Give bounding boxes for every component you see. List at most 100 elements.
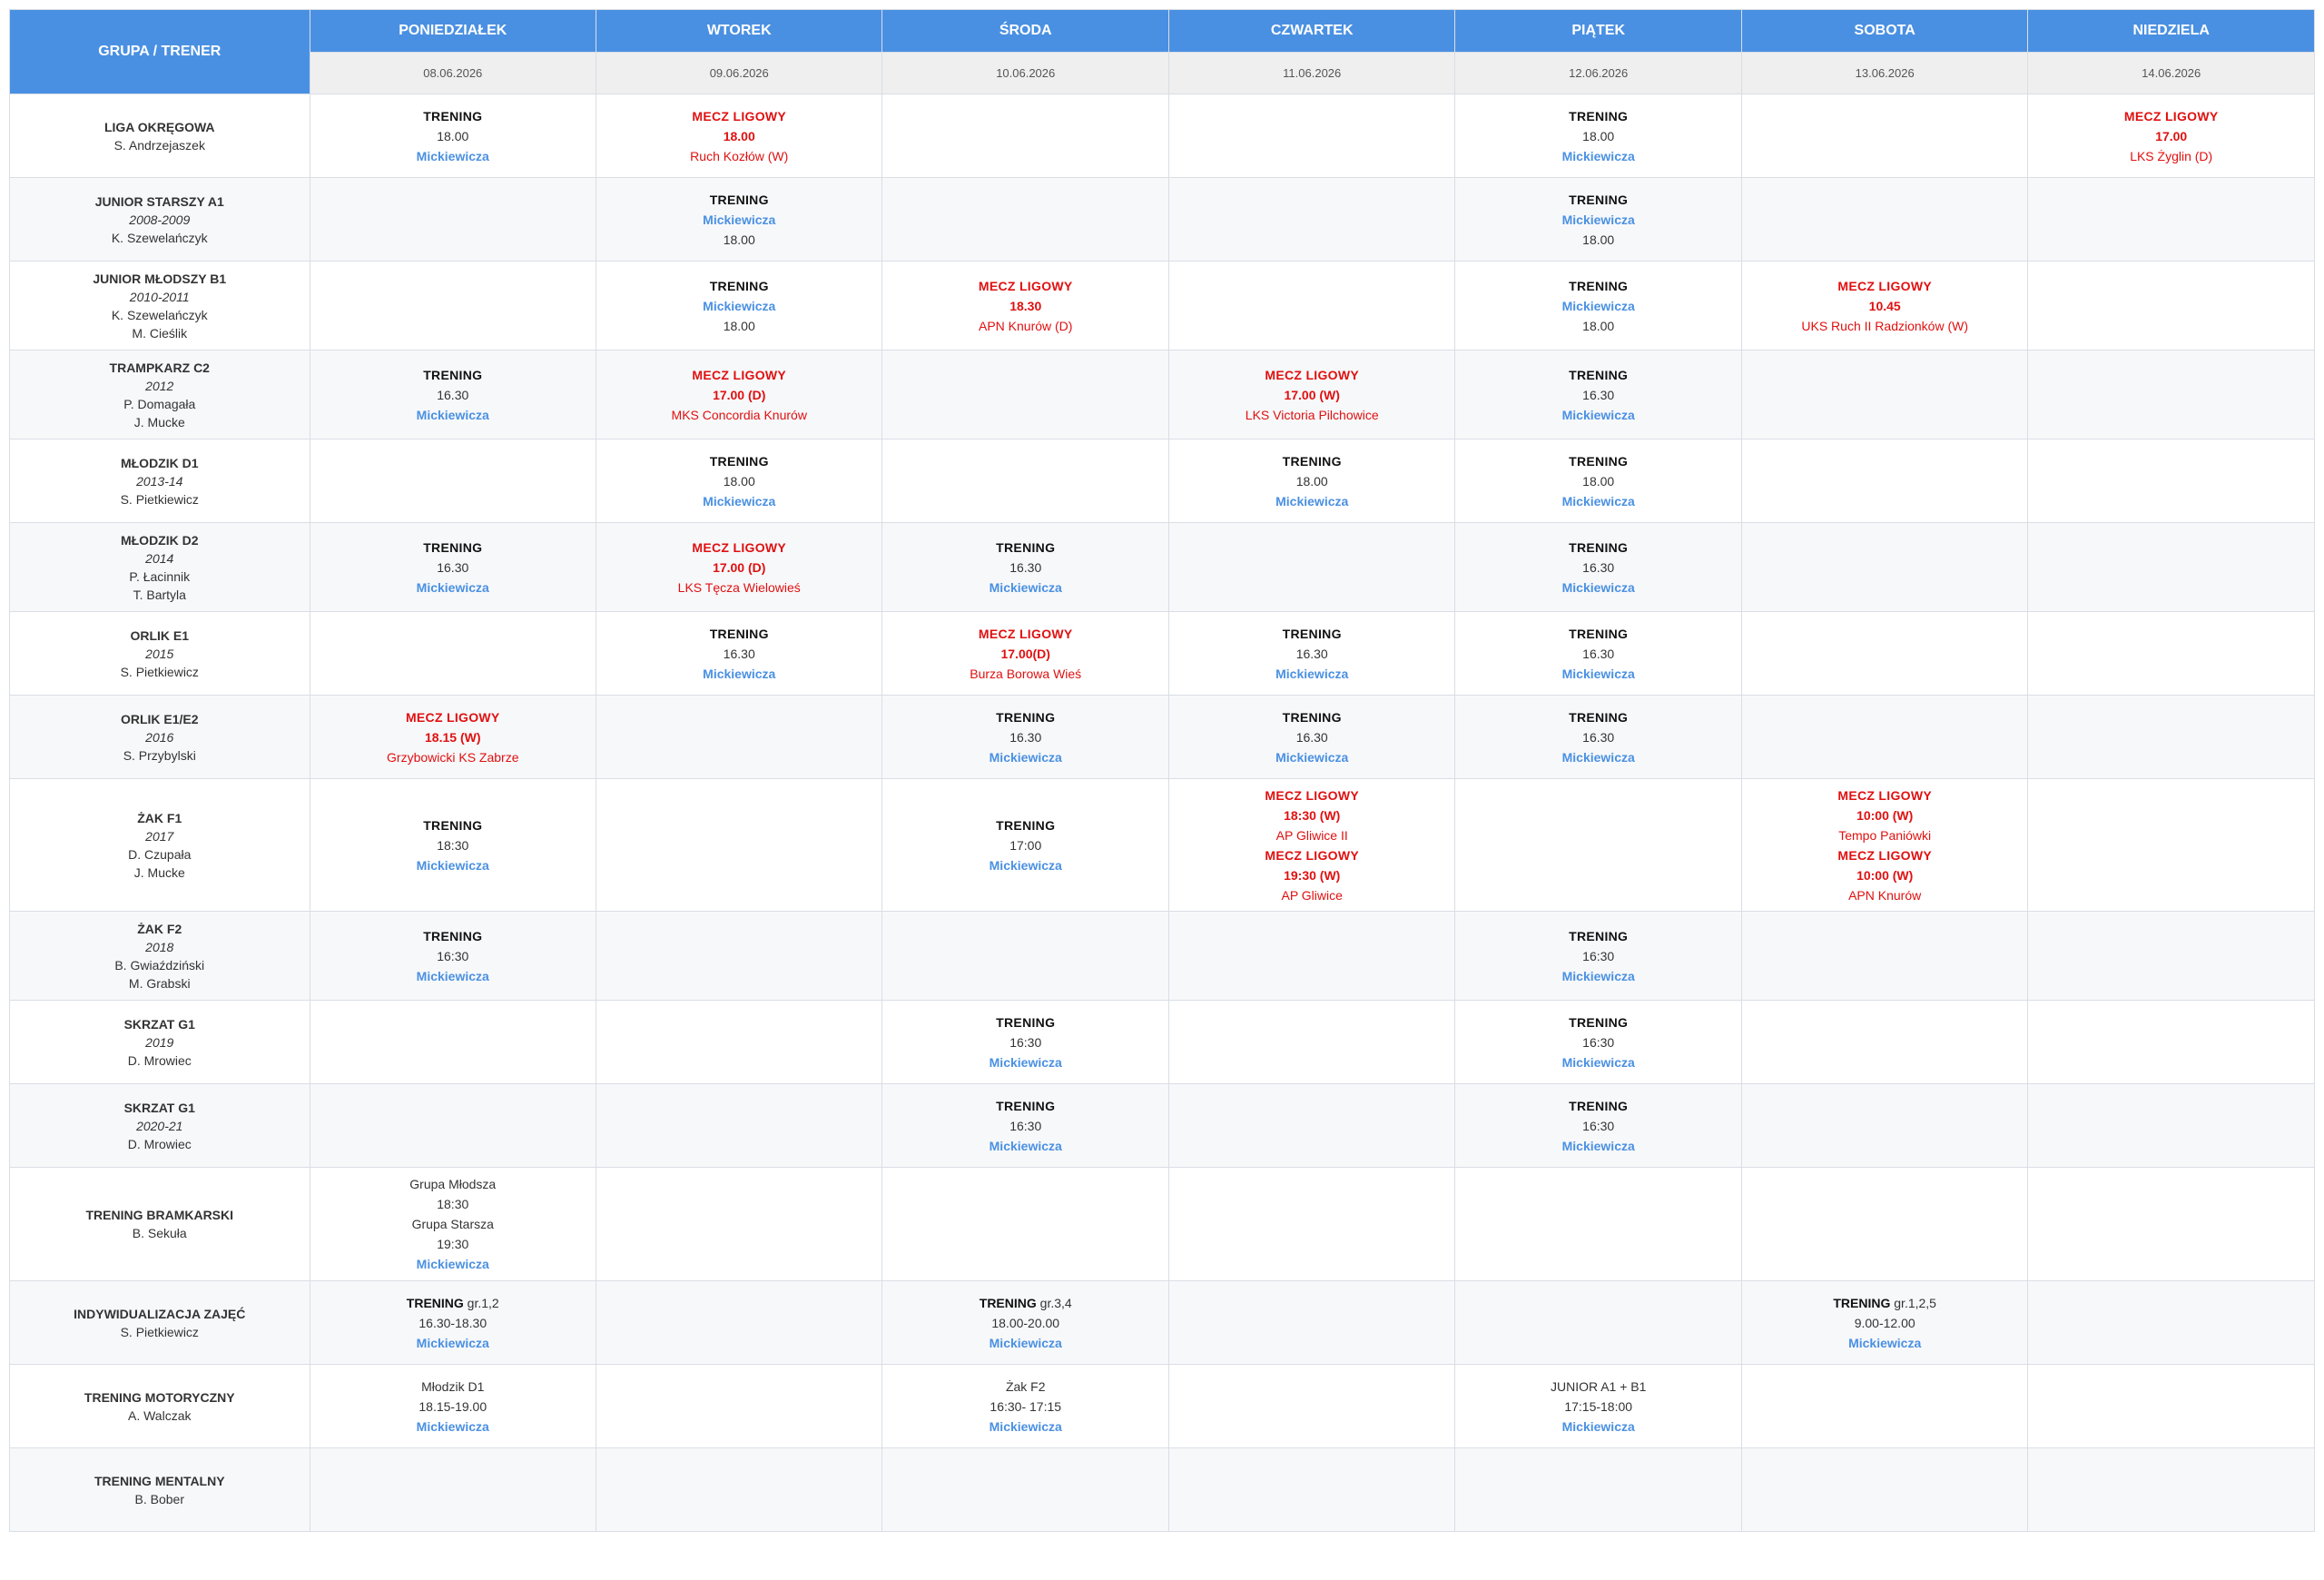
schedule-cell[interactable] [595,1167,883,1281]
schedule-cell[interactable] [1454,1447,1742,1532]
schedule-cell[interactable] [2027,350,2315,439]
schedule-cell[interactable]: Młodzik D1 18.15-19.00 Mickiewicza [309,1364,597,1448]
schedule-cell[interactable] [1167,94,1456,178]
schedule-cell[interactable] [2027,611,2315,696]
schedule-cell[interactable]: MECZ LIGOWY 18.15 (W) Grzybowicki KS Zabrz… [309,695,597,779]
schedule-cell[interactable]: MECZ LIGOWY 18.00 Ruch Kozłów (W) [595,94,883,178]
schedule-cell[interactable]: TRENING 16.30 Mickiewicza [881,695,1169,779]
schedule-cell[interactable] [2027,1364,2315,1448]
schedule-cell[interactable]: TRENING 16.30 Mickiewicza [1454,522,1742,612]
schedule-cell[interactable]: TRENING 16.30 Mickiewicza [881,522,1169,612]
schedule-cell[interactable] [1740,1083,2029,1168]
schedule-cell[interactable] [595,695,883,779]
schedule-cell[interactable] [1167,1167,1456,1281]
schedule-cell[interactable]: MECZ LIGOWY 17.00(D) Burza Borowa Wieś [881,611,1169,696]
schedule-cell[interactable] [1167,1000,1456,1084]
schedule-cell[interactable]: TRENING 16.30 Mickiewicza [1167,611,1456,696]
schedule-cell[interactable] [595,778,883,912]
schedule-cell[interactable]: MECZ LIGOWY 18:30 (W) AP Gliwice II MECZ LI… [1167,778,1456,912]
schedule-cell[interactable] [2027,778,2315,912]
schedule-cell[interactable] [2027,439,2315,523]
schedule-cell[interactable] [1454,1167,1742,1281]
schedule-cell[interactable]: MECZ LIGOWY 18.30 APN Knurów (D) [881,261,1169,351]
schedule-cell[interactable] [881,350,1169,439]
schedule-cell[interactable]: TRENING Mickiewicza 18.00 [595,261,883,351]
schedule-cell[interactable]: TRENING gr.1,2,5 9.00-12.00 Mickiewicza [1740,1280,2029,1365]
schedule-cell[interactable]: TRENING 18.00 Mickiewicza [1167,439,1456,523]
schedule-cell[interactable] [2027,1000,2315,1084]
schedule-cell[interactable] [309,439,597,523]
schedule-cell[interactable]: TRENING 18.00 Mickiewicza [1454,94,1742,178]
schedule-cell[interactable]: TRENING gr.1,2 16.30-18.30 Mickiewicza [309,1280,597,1365]
schedule-cell[interactable]: TRENING gr.3,4 18.00-20.00 Mickiewicza [881,1280,1169,1365]
schedule-cell[interactable]: TRENING 16.30 Mickiewicza [1454,695,1742,779]
schedule-cell[interactable] [2027,522,2315,612]
schedule-cell[interactable] [1167,911,1456,1001]
schedule-cell[interactable]: TRENING 16.30 Mickiewicza [1454,611,1742,696]
schedule-cell[interactable] [309,261,597,351]
schedule-cell[interactable]: MECZ LIGOWY 17.00 LKS Żyglin (D) [2027,94,2315,178]
schedule-cell[interactable] [2027,1167,2315,1281]
schedule-cell[interactable]: TRENING Mickiewicza 18.00 [1454,261,1742,351]
schedule-cell[interactable] [881,94,1169,178]
schedule-cell[interactable]: Grupa Młodsza 18:30 Grupa Starsza 19:30 Mick… [309,1167,597,1281]
schedule-cell[interactable] [1167,1280,1456,1365]
schedule-cell[interactable]: TRENING 18.00 Mickiewicza [595,439,883,523]
schedule-cell[interactable] [309,1083,597,1168]
schedule-cell[interactable] [2027,1280,2315,1365]
schedule-cell[interactable]: MECZ LIGOWY 17.00 (D) MKS Concordia Knurów [595,350,883,439]
schedule-cell[interactable]: TRENING 17:00 Mickiewicza [881,778,1169,912]
schedule-cell[interactable] [1167,522,1456,612]
schedule-cell[interactable]: TRENING 16:30 Mickiewicza [309,911,597,1001]
schedule-cell[interactable] [2027,1447,2315,1532]
schedule-cell[interactable] [1740,1167,2029,1281]
schedule-cell[interactable] [881,439,1169,523]
schedule-cell[interactable]: TRENING 16.30 Mickiewicza [1454,350,1742,439]
schedule-cell[interactable] [1167,1447,1456,1532]
schedule-cell[interactable] [309,1447,597,1532]
schedule-cell[interactable]: MECZ LIGOWY 10.45 UKS Ruch II Radzionków (… [1740,261,2029,351]
schedule-cell[interactable] [595,1083,883,1168]
schedule-cell[interactable] [2027,177,2315,262]
schedule-cell[interactable] [309,177,597,262]
schedule-cell[interactable]: TRENING 16:30 Mickiewicza [881,1083,1169,1168]
schedule-cell[interactable]: TRENING Mickiewicza 18.00 [1454,177,1742,262]
schedule-cell[interactable]: TRENING 18:30 Mickiewicza [309,778,597,912]
schedule-cell[interactable] [1454,1280,1742,1365]
schedule-cell[interactable]: TRENING 16:30 Mickiewicza [1454,1000,1742,1084]
schedule-cell[interactable] [1740,94,2029,178]
schedule-cell[interactable]: TRENING 18.00 Mickiewicza [1454,439,1742,523]
schedule-cell[interactable] [1740,1000,2029,1084]
schedule-cell[interactable]: TRENING 16.30 Mickiewicza [309,522,597,612]
schedule-cell[interactable] [881,1447,1169,1532]
schedule-cell[interactable] [595,1000,883,1084]
schedule-cell[interactable] [2027,911,2315,1001]
schedule-cell[interactable]: MECZ LIGOWY 17.00 (D) LKS Tęcza Wielowieś [595,522,883,612]
schedule-cell[interactable] [1740,611,2029,696]
schedule-cell[interactable]: TRENING 16.30 Mickiewicza [1167,695,1456,779]
schedule-cell[interactable] [595,1364,883,1448]
schedule-cell[interactable] [1454,778,1742,912]
schedule-cell[interactable] [1740,1447,2029,1532]
schedule-cell[interactable] [1167,261,1456,351]
schedule-cell[interactable] [1740,911,2029,1001]
schedule-cell[interactable]: TRENING 16:30 Mickiewicza [1454,1083,1742,1168]
schedule-cell[interactable]: Żak F2 16:30- 17:15 Mickiewicza [881,1364,1169,1448]
schedule-cell[interactable] [1167,177,1456,262]
schedule-cell[interactable] [1740,695,2029,779]
schedule-cell[interactable]: TRENING 18.00 Mickiewicza [309,94,597,178]
schedule-cell[interactable] [881,177,1169,262]
schedule-cell[interactable] [1740,177,2029,262]
schedule-cell[interactable] [1167,1083,1456,1168]
schedule-cell[interactable] [881,911,1169,1001]
schedule-cell[interactable] [2027,695,2315,779]
schedule-cell[interactable]: TRENING 16.30 Mickiewicza [595,611,883,696]
schedule-cell[interactable] [595,1447,883,1532]
schedule-cell[interactable] [595,911,883,1001]
schedule-cell[interactable]: TRENING 16:30 Mickiewicza [881,1000,1169,1084]
schedule-cell[interactable] [1740,439,2029,523]
schedule-cell[interactable] [2027,1083,2315,1168]
schedule-cell[interactable] [1740,522,2029,612]
schedule-cell[interactable]: MECZ LIGOWY 17.00 (W) LKS Victoria Pilchow… [1167,350,1456,439]
schedule-cell[interactable] [1167,1364,1456,1448]
